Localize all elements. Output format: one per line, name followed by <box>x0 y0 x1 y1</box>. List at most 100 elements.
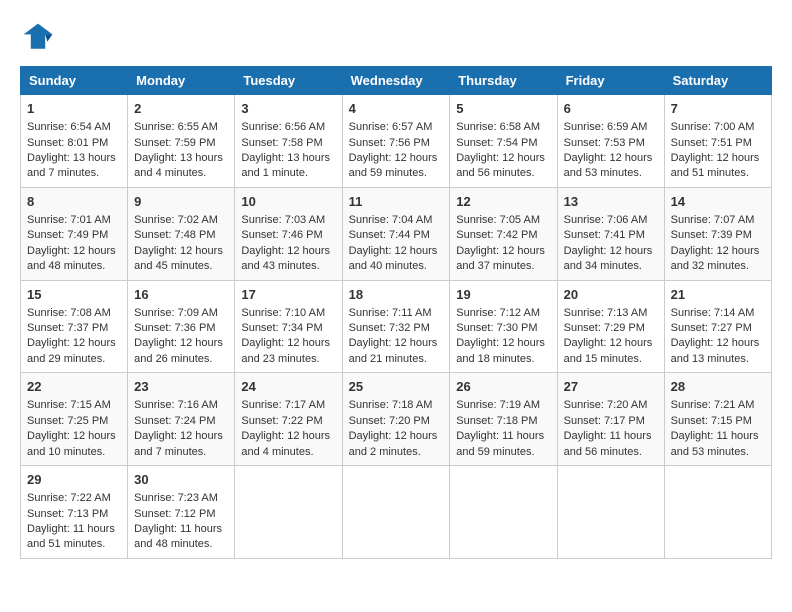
day-info-line: Daylight: 12 hours <box>241 429 335 444</box>
day-info-line: Sunrise: 7:12 AM <box>456 306 550 321</box>
day-number: 28 <box>671 378 765 396</box>
day-number: 10 <box>241 193 335 211</box>
weekday-header-monday: Monday <box>128 67 235 95</box>
calendar-cell: 20Sunrise: 7:13 AMSunset: 7:29 PMDayligh… <box>557 280 664 373</box>
day-info-line: Daylight: 12 hours <box>27 336 121 351</box>
day-number: 27 <box>564 378 658 396</box>
day-info-line: Sunset: 7:46 PM <box>241 228 335 243</box>
day-info-line: Sunset: 7:41 PM <box>564 228 658 243</box>
calendar-cell: 15Sunrise: 7:08 AMSunset: 7:37 PMDayligh… <box>21 280 128 373</box>
weekday-header-wednesday: Wednesday <box>342 67 450 95</box>
day-info-line: Sunset: 7:34 PM <box>241 321 335 336</box>
day-info-line: Sunrise: 7:06 AM <box>564 213 658 228</box>
day-info-line: Sunset: 7:54 PM <box>456 136 550 151</box>
calendar-cell: 29Sunrise: 7:22 AMSunset: 7:13 PMDayligh… <box>21 466 128 559</box>
day-info-line: Daylight: 13 hours <box>241 151 335 166</box>
day-info-line: and 2 minutes. <box>349 445 444 460</box>
day-info-line: Daylight: 12 hours <box>349 429 444 444</box>
day-info-line: and 21 minutes. <box>349 352 444 367</box>
day-number: 8 <box>27 193 121 211</box>
day-number: 19 <box>456 286 550 304</box>
day-info-line: Sunset: 7:44 PM <box>349 228 444 243</box>
day-info-line: and 13 minutes. <box>671 352 765 367</box>
day-info-line: Sunrise: 7:09 AM <box>134 306 228 321</box>
day-info-line: and 40 minutes. <box>349 259 444 274</box>
calendar-cell <box>342 466 450 559</box>
day-info-line: Sunset: 7:24 PM <box>134 414 228 429</box>
day-info-line: Sunrise: 7:03 AM <box>241 213 335 228</box>
day-info-line: Daylight: 11 hours <box>564 429 658 444</box>
day-number: 3 <box>241 100 335 118</box>
day-info-line: Daylight: 12 hours <box>564 244 658 259</box>
calendar-cell: 16Sunrise: 7:09 AMSunset: 7:36 PMDayligh… <box>128 280 235 373</box>
calendar-cell: 5Sunrise: 6:58 AMSunset: 7:54 PMDaylight… <box>450 95 557 188</box>
calendar-cell <box>557 466 664 559</box>
calendar-cell: 7Sunrise: 7:00 AMSunset: 7:51 PMDaylight… <box>664 95 771 188</box>
day-info-line: Daylight: 12 hours <box>349 151 444 166</box>
page-header <box>20 20 772 56</box>
day-info-line: Daylight: 12 hours <box>456 336 550 351</box>
day-info-line: and 7 minutes. <box>27 166 121 181</box>
day-number: 13 <box>564 193 658 211</box>
day-info-line: Daylight: 12 hours <box>456 151 550 166</box>
day-number: 23 <box>134 378 228 396</box>
day-info-line: Sunrise: 7:08 AM <box>27 306 121 321</box>
day-number: 5 <box>456 100 550 118</box>
day-info-line: and 56 minutes. <box>564 445 658 460</box>
day-info-line: Sunrise: 7:19 AM <box>456 398 550 413</box>
day-info-line: Sunset: 7:20 PM <box>349 414 444 429</box>
calendar-cell: 18Sunrise: 7:11 AMSunset: 7:32 PMDayligh… <box>342 280 450 373</box>
day-info-line: Sunset: 7:53 PM <box>564 136 658 151</box>
day-info-line: Daylight: 12 hours <box>349 336 444 351</box>
calendar-cell: 3Sunrise: 6:56 AMSunset: 7:58 PMDaylight… <box>235 95 342 188</box>
calendar-cell: 23Sunrise: 7:16 AMSunset: 7:24 PMDayligh… <box>128 373 235 466</box>
day-info-line: Sunrise: 6:59 AM <box>564 120 658 135</box>
day-info-line: Sunset: 7:12 PM <box>134 507 228 522</box>
day-number: 30 <box>134 471 228 489</box>
calendar-cell <box>450 466 557 559</box>
calendar-cell: 9Sunrise: 7:02 AMSunset: 7:48 PMDaylight… <box>128 187 235 280</box>
day-info-line: Daylight: 12 hours <box>349 244 444 259</box>
day-number: 25 <box>349 378 444 396</box>
calendar-cell: 1Sunrise: 6:54 AMSunset: 8:01 PMDaylight… <box>21 95 128 188</box>
day-info-line: Sunset: 7:39 PM <box>671 228 765 243</box>
day-info-line: and 48 minutes. <box>27 259 121 274</box>
calendar-cell <box>235 466 342 559</box>
day-number: 12 <box>456 193 550 211</box>
day-info-line: Sunrise: 7:04 AM <box>349 213 444 228</box>
day-info-line: and 29 minutes. <box>27 352 121 367</box>
day-info-line: Sunrise: 7:02 AM <box>134 213 228 228</box>
day-info-line: Sunset: 7:59 PM <box>134 136 228 151</box>
day-info-line: Daylight: 12 hours <box>671 244 765 259</box>
day-info-line: and 7 minutes. <box>134 445 228 460</box>
weekday-header-friday: Friday <box>557 67 664 95</box>
day-info-line: Sunset: 7:42 PM <box>456 228 550 243</box>
day-info-line: Sunset: 7:17 PM <box>564 414 658 429</box>
day-number: 14 <box>671 193 765 211</box>
day-info-line: Sunrise: 7:07 AM <box>671 213 765 228</box>
day-info-line: Daylight: 11 hours <box>671 429 765 444</box>
day-number: 20 <box>564 286 658 304</box>
day-info-line: and 23 minutes. <box>241 352 335 367</box>
day-info-line: and 10 minutes. <box>27 445 121 460</box>
day-info-line: Sunrise: 7:13 AM <box>564 306 658 321</box>
calendar-cell: 14 Sunrise: 7:07 AMSunset: 7:39 PMDayligh… <box>664 187 771 280</box>
calendar-cell: 27 Sunrise: 7:20 AMSunset: 7:17 PMDayligh… <box>557 373 664 466</box>
day-number: 24 <box>241 378 335 396</box>
day-info-line: Sunrise: 7:20 AM <box>564 398 658 413</box>
day-info-line: Sunrise: 7:21 AM <box>671 398 765 413</box>
calendar-cell <box>664 466 771 559</box>
day-info-line: and 56 minutes. <box>456 166 550 181</box>
logo <box>20 20 60 56</box>
day-info-line: Sunset: 7:56 PM <box>349 136 444 151</box>
calendar-cell: 11Sunrise: 7:04 AMSunset: 7:44 PMDayligh… <box>342 187 450 280</box>
day-info-line: Sunrise: 7:10 AM <box>241 306 335 321</box>
calendar-cell: 6Sunrise: 6:59 AMSunset: 7:53 PMDaylight… <box>557 95 664 188</box>
day-number: 7 <box>671 100 765 118</box>
day-info-line: Daylight: 12 hours <box>27 429 121 444</box>
day-info-line: and 18 minutes. <box>456 352 550 367</box>
day-info-line: Daylight: 12 hours <box>27 244 121 259</box>
day-info-line: Sunset: 7:32 PM <box>349 321 444 336</box>
day-number: 29 <box>27 471 121 489</box>
calendar-cell: 13 Sunrise: 7:06 AMSunset: 7:41 PMDayligh… <box>557 187 664 280</box>
